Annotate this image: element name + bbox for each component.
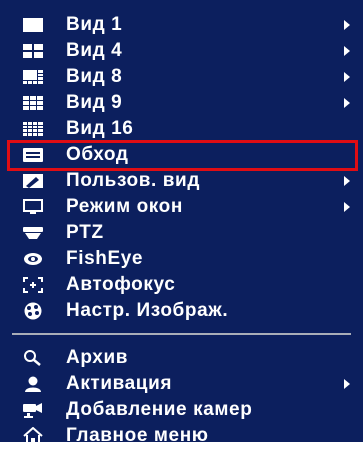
menu-item-label: Вид 9 xyxy=(66,92,123,113)
system-menu-group: Архив Активация Добавление камер Главное… xyxy=(0,343,363,449)
menu-item-label: PTZ xyxy=(66,222,104,243)
menu-item-view-9[interactable]: Вид 9 xyxy=(0,90,363,116)
ptz-icon xyxy=(22,224,44,242)
menu-item-label: Пользов. вид xyxy=(66,170,200,191)
menu-item-label: Вид 1 xyxy=(66,14,123,35)
sixteen-view-icon xyxy=(22,120,44,138)
home-icon xyxy=(22,427,44,445)
single-view-icon xyxy=(22,16,44,34)
menu-item-label: FishEye xyxy=(66,248,144,269)
fisheye-icon xyxy=(22,250,44,268)
submenu-arrow-icon xyxy=(344,176,350,186)
menu-item-view-1[interactable]: Вид 1 xyxy=(0,12,363,38)
menu-item-main-menu[interactable]: Главное меню xyxy=(0,423,363,449)
selection-highlight xyxy=(7,140,358,171)
menu-item-activation[interactable]: Активация xyxy=(0,371,363,397)
menu-divider xyxy=(12,333,351,335)
menu-item-image-settings[interactable]: Настр. Изображ. xyxy=(0,298,363,324)
image-settings-icon xyxy=(22,302,44,320)
view-menu-group: Вид 1 Вид 4 Вид 8 Вид 9 Вид 16 Обход Пол… xyxy=(0,0,363,324)
window-mode-icon xyxy=(22,198,44,216)
menu-item-label: Вид 8 xyxy=(66,66,123,87)
menu-item-window-mode[interactable]: Режим окон xyxy=(0,194,363,220)
submenu-arrow-icon xyxy=(344,72,350,82)
search-icon xyxy=(22,349,44,367)
menu-item-label: Архив xyxy=(66,347,129,368)
submenu-arrow-icon xyxy=(344,202,350,212)
activation-icon xyxy=(22,375,44,393)
menu-item-fisheye[interactable]: FishEye xyxy=(0,246,363,272)
eight-view-icon xyxy=(22,68,44,86)
submenu-arrow-icon xyxy=(344,379,350,389)
menu-item-label: Главное меню xyxy=(66,425,209,446)
menu-item-add-camera[interactable]: Добавление камер xyxy=(0,397,363,423)
menu-item-label: Режим окон xyxy=(66,196,183,217)
menu-item-autofocus[interactable]: Автофокус xyxy=(0,272,363,298)
menu-item-view-4[interactable]: Вид 4 xyxy=(0,38,363,64)
autofocus-icon xyxy=(22,276,44,294)
menu-item-label: Добавление камер xyxy=(66,399,253,420)
menu-item-view-16[interactable]: Вид 16 xyxy=(0,116,363,142)
menu-item-tour[interactable]: Обход xyxy=(0,140,363,171)
menu-item-view-8[interactable]: Вид 8 xyxy=(0,64,363,90)
menu-item-ptz[interactable]: PTZ xyxy=(0,220,363,246)
tour-icon xyxy=(22,146,44,164)
menu-item-label: Вид 16 xyxy=(66,118,134,139)
menu-item-label: Автофокус xyxy=(66,274,176,295)
menu-item-label: Вид 4 xyxy=(66,40,123,61)
menu-item-label: Настр. Изображ. xyxy=(66,300,229,321)
menu-item-archive[interactable]: Архив xyxy=(0,345,363,371)
quad-view-icon xyxy=(22,42,44,60)
nine-view-icon xyxy=(22,94,44,112)
submenu-arrow-icon xyxy=(344,46,350,56)
add-camera-icon xyxy=(22,401,44,419)
menu-item-label: Обход xyxy=(66,144,129,165)
submenu-arrow-icon xyxy=(344,98,350,108)
context-menu: Вид 1 Вид 4 Вид 8 Вид 9 Вид 16 Обход Пол… xyxy=(0,0,363,446)
menu-item-custom-view[interactable]: Пользов. вид xyxy=(0,168,363,194)
menu-item-label: Активация xyxy=(66,373,173,394)
submenu-arrow-icon xyxy=(344,20,350,30)
custom-view-icon xyxy=(22,172,44,190)
